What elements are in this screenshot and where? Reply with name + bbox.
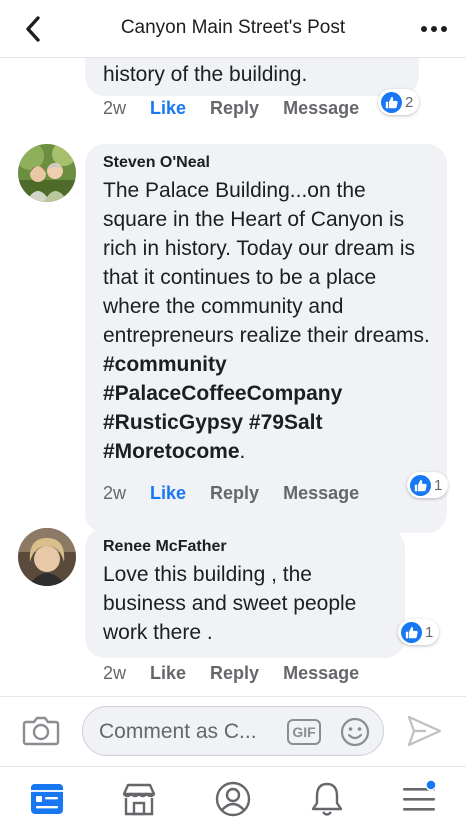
comment-placeholder: Comment as C... xyxy=(99,720,257,743)
hashtag-link[interactable]: #community xyxy=(103,353,227,376)
like-link[interactable]: Like xyxy=(150,663,186,684)
like-reaction-icon xyxy=(401,621,422,643)
send-icon xyxy=(407,715,442,747)
gif-button[interactable]: GIF xyxy=(287,719,321,745)
news-feed-icon xyxy=(31,784,63,814)
reply-link[interactable]: Reply xyxy=(210,663,259,684)
tab-menu[interactable] xyxy=(400,779,440,819)
hashtag-link[interactable]: #RusticGypsy xyxy=(103,411,243,434)
like-link[interactable]: Like xyxy=(150,483,186,504)
tab-notifications[interactable] xyxy=(307,779,347,819)
comment-time: 2w xyxy=(103,98,127,118)
comment-text: Love this building , the business and sw… xyxy=(103,563,357,644)
tab-news-feed[interactable] xyxy=(27,779,67,819)
reaction-count: 1 xyxy=(425,623,434,641)
hashtag-link[interactable]: #79Salt xyxy=(249,411,323,434)
comment-actions: 2w Like Reply Message xyxy=(103,663,383,684)
reply-link[interactable]: Reply xyxy=(210,483,259,504)
comment-author[interactable]: Steven O'Neal xyxy=(103,154,431,172)
hashtag-link[interactable]: #PalaceCoffeeCompany xyxy=(103,382,342,405)
like-link[interactable]: Like xyxy=(150,98,186,119)
bottom-tab-bar xyxy=(0,766,466,828)
comment-input[interactable]: Comment as C... GIF xyxy=(82,706,384,756)
message-link[interactable]: Message xyxy=(283,483,359,504)
camera-icon xyxy=(22,716,60,746)
more-icon xyxy=(421,26,447,32)
reaction-badge[interactable]: 1 xyxy=(407,472,449,498)
comment-end: . xyxy=(239,440,246,463)
bell-icon xyxy=(311,782,343,816)
comment-time: 2w xyxy=(103,483,127,503)
menu-icon xyxy=(403,779,437,811)
message-link[interactable]: Message xyxy=(283,98,359,119)
reaction-badge[interactable]: 2 xyxy=(378,89,420,115)
comment-actions: 2w Like Reply Message xyxy=(103,483,383,504)
avatar[interactable] xyxy=(18,144,76,202)
comment-composer: Comment as C... GIF xyxy=(0,696,466,766)
comments-list: history of the building. 2w Like Reply M… xyxy=(0,58,466,696)
reaction-badge[interactable]: 1 xyxy=(398,619,440,645)
send-button[interactable] xyxy=(404,713,444,749)
more-options-button[interactable] xyxy=(418,14,450,44)
comment-text: history of the building. xyxy=(103,63,308,86)
comment-text: The Palace Building...on the square in t… xyxy=(103,176,431,466)
comment-time: 2w xyxy=(103,663,127,683)
reaction-count: 1 xyxy=(434,476,443,494)
comment-actions: 2w Like Reply Message xyxy=(103,98,383,119)
profile-icon xyxy=(215,781,251,817)
tab-profile[interactable] xyxy=(213,779,253,819)
comment-body: The Palace Building...on the square in t… xyxy=(103,179,430,347)
comment-bubble[interactable]: history of the building. xyxy=(85,58,419,96)
marketplace-icon xyxy=(122,783,156,816)
reply-link[interactable]: Reply xyxy=(210,98,259,119)
comment-bubble[interactable]: Steven O'Neal The Palace Building...on t… xyxy=(85,144,447,533)
smiley-icon xyxy=(340,717,370,747)
avatar[interactable] xyxy=(18,528,76,586)
top-bar: Canyon Main Street's Post xyxy=(0,0,466,58)
camera-button[interactable] xyxy=(22,714,60,748)
page-title: Canyon Main Street's Post xyxy=(120,17,346,38)
comment-bubble[interactable]: Renee McFather Love this building , the … xyxy=(85,528,405,658)
comment-author[interactable]: Renee McFather xyxy=(103,538,389,556)
message-link[interactable]: Message xyxy=(283,663,359,684)
emoji-button[interactable] xyxy=(339,716,371,748)
reaction-count: 2 xyxy=(405,93,414,111)
tab-marketplace[interactable] xyxy=(119,779,159,819)
like-reaction-icon xyxy=(381,91,402,113)
like-reaction-icon xyxy=(410,474,431,496)
hashtag-link[interactable]: #Moretocome xyxy=(103,440,240,463)
